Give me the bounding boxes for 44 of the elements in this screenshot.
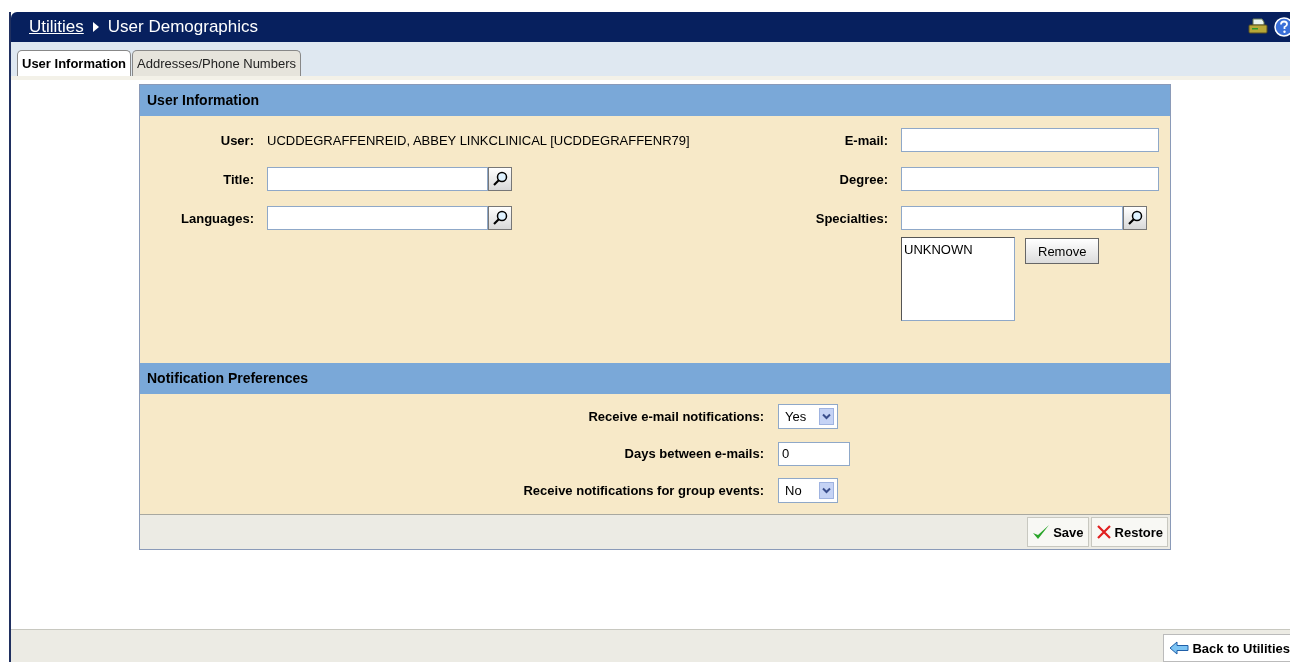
input-field[interactable] [901, 206, 1123, 230]
section-header: Notification Preferences [140, 363, 1170, 394]
section-header: User Information [140, 85, 1170, 116]
field-label: E-mail: [843, 132, 888, 148]
page-title: User Demographics [107, 17, 259, 37]
field-label: Degree: [838, 171, 888, 187]
input-field[interactable] [267, 206, 488, 230]
restore-button[interactable]: Restore [1090, 517, 1168, 547]
dropdown[interactable]: No [778, 478, 838, 503]
search-icon [1127, 210, 1143, 226]
help-icon[interactable] [1274, 17, 1290, 37]
input-field[interactable] [901, 167, 1159, 191]
back-arrow-icon [1169, 641, 1190, 655]
search-button[interactable] [488, 167, 512, 191]
input-field[interactable] [267, 167, 488, 191]
specialties-list[interactable]: UNKNOWN [901, 237, 1015, 321]
caret-icon [819, 482, 834, 499]
field-label: Receive notifications for group events: [522, 483, 764, 498]
caret-icon [819, 408, 834, 425]
list-item[interactable]: UNKNOWN [904, 242, 1012, 257]
field-label: Languages: [180, 210, 254, 226]
search-button[interactable] [1123, 206, 1147, 230]
field-label: Days between e-mails: [623, 446, 764, 461]
close-icon [1095, 524, 1112, 540]
breadcrumb-arrow-icon [91, 21, 100, 33]
back-button[interactable]: Back to Utilities [1163, 634, 1290, 662]
search-button[interactable] [488, 206, 512, 230]
field-label: Title: [222, 171, 254, 187]
tab[interactable]: User Information [17, 50, 131, 76]
input-field[interactable] [901, 128, 1159, 152]
search-icon [492, 171, 508, 187]
search-icon [492, 210, 508, 226]
remove-button[interactable]: Remove [1025, 238, 1100, 264]
field-label: Specialties: [814, 210, 888, 226]
input-field[interactable]: 0 [778, 441, 850, 466]
tab[interactable]: Addresses/Phone Numbers [132, 50, 301, 76]
user-value: UCDDEGRAFFENREID, ABBEY LINKCLINICAL [UCDDEGRAFFENR79] [267, 132, 691, 148]
field-label: User: [219, 132, 254, 148]
checkmark-icon [1032, 524, 1051, 540]
save-button[interactable]: Save [1027, 517, 1089, 547]
utilities-link[interactable]: Utilities [29, 17, 84, 37]
dropdown[interactable]: Yes [778, 404, 838, 429]
printer-icon[interactable] [1248, 18, 1268, 36]
field-label: Receive e-mail notifications: [587, 409, 764, 424]
